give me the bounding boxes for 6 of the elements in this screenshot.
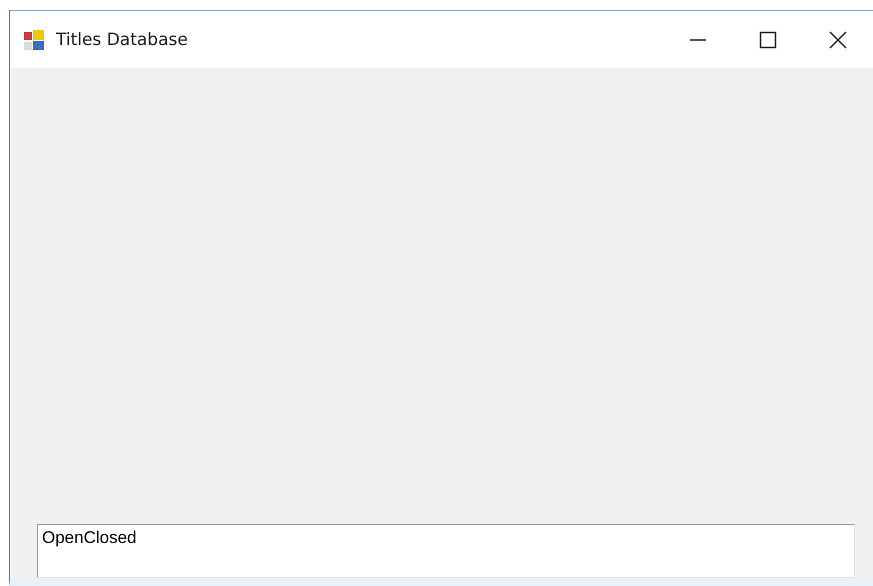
maximize-icon [758,30,778,50]
close-icon [828,30,848,50]
app-icon [24,30,44,50]
minimize-icon [690,38,706,40]
window-title: Titles Database [56,30,189,50]
text-field[interactable]: OpenClosed [37,524,855,578]
